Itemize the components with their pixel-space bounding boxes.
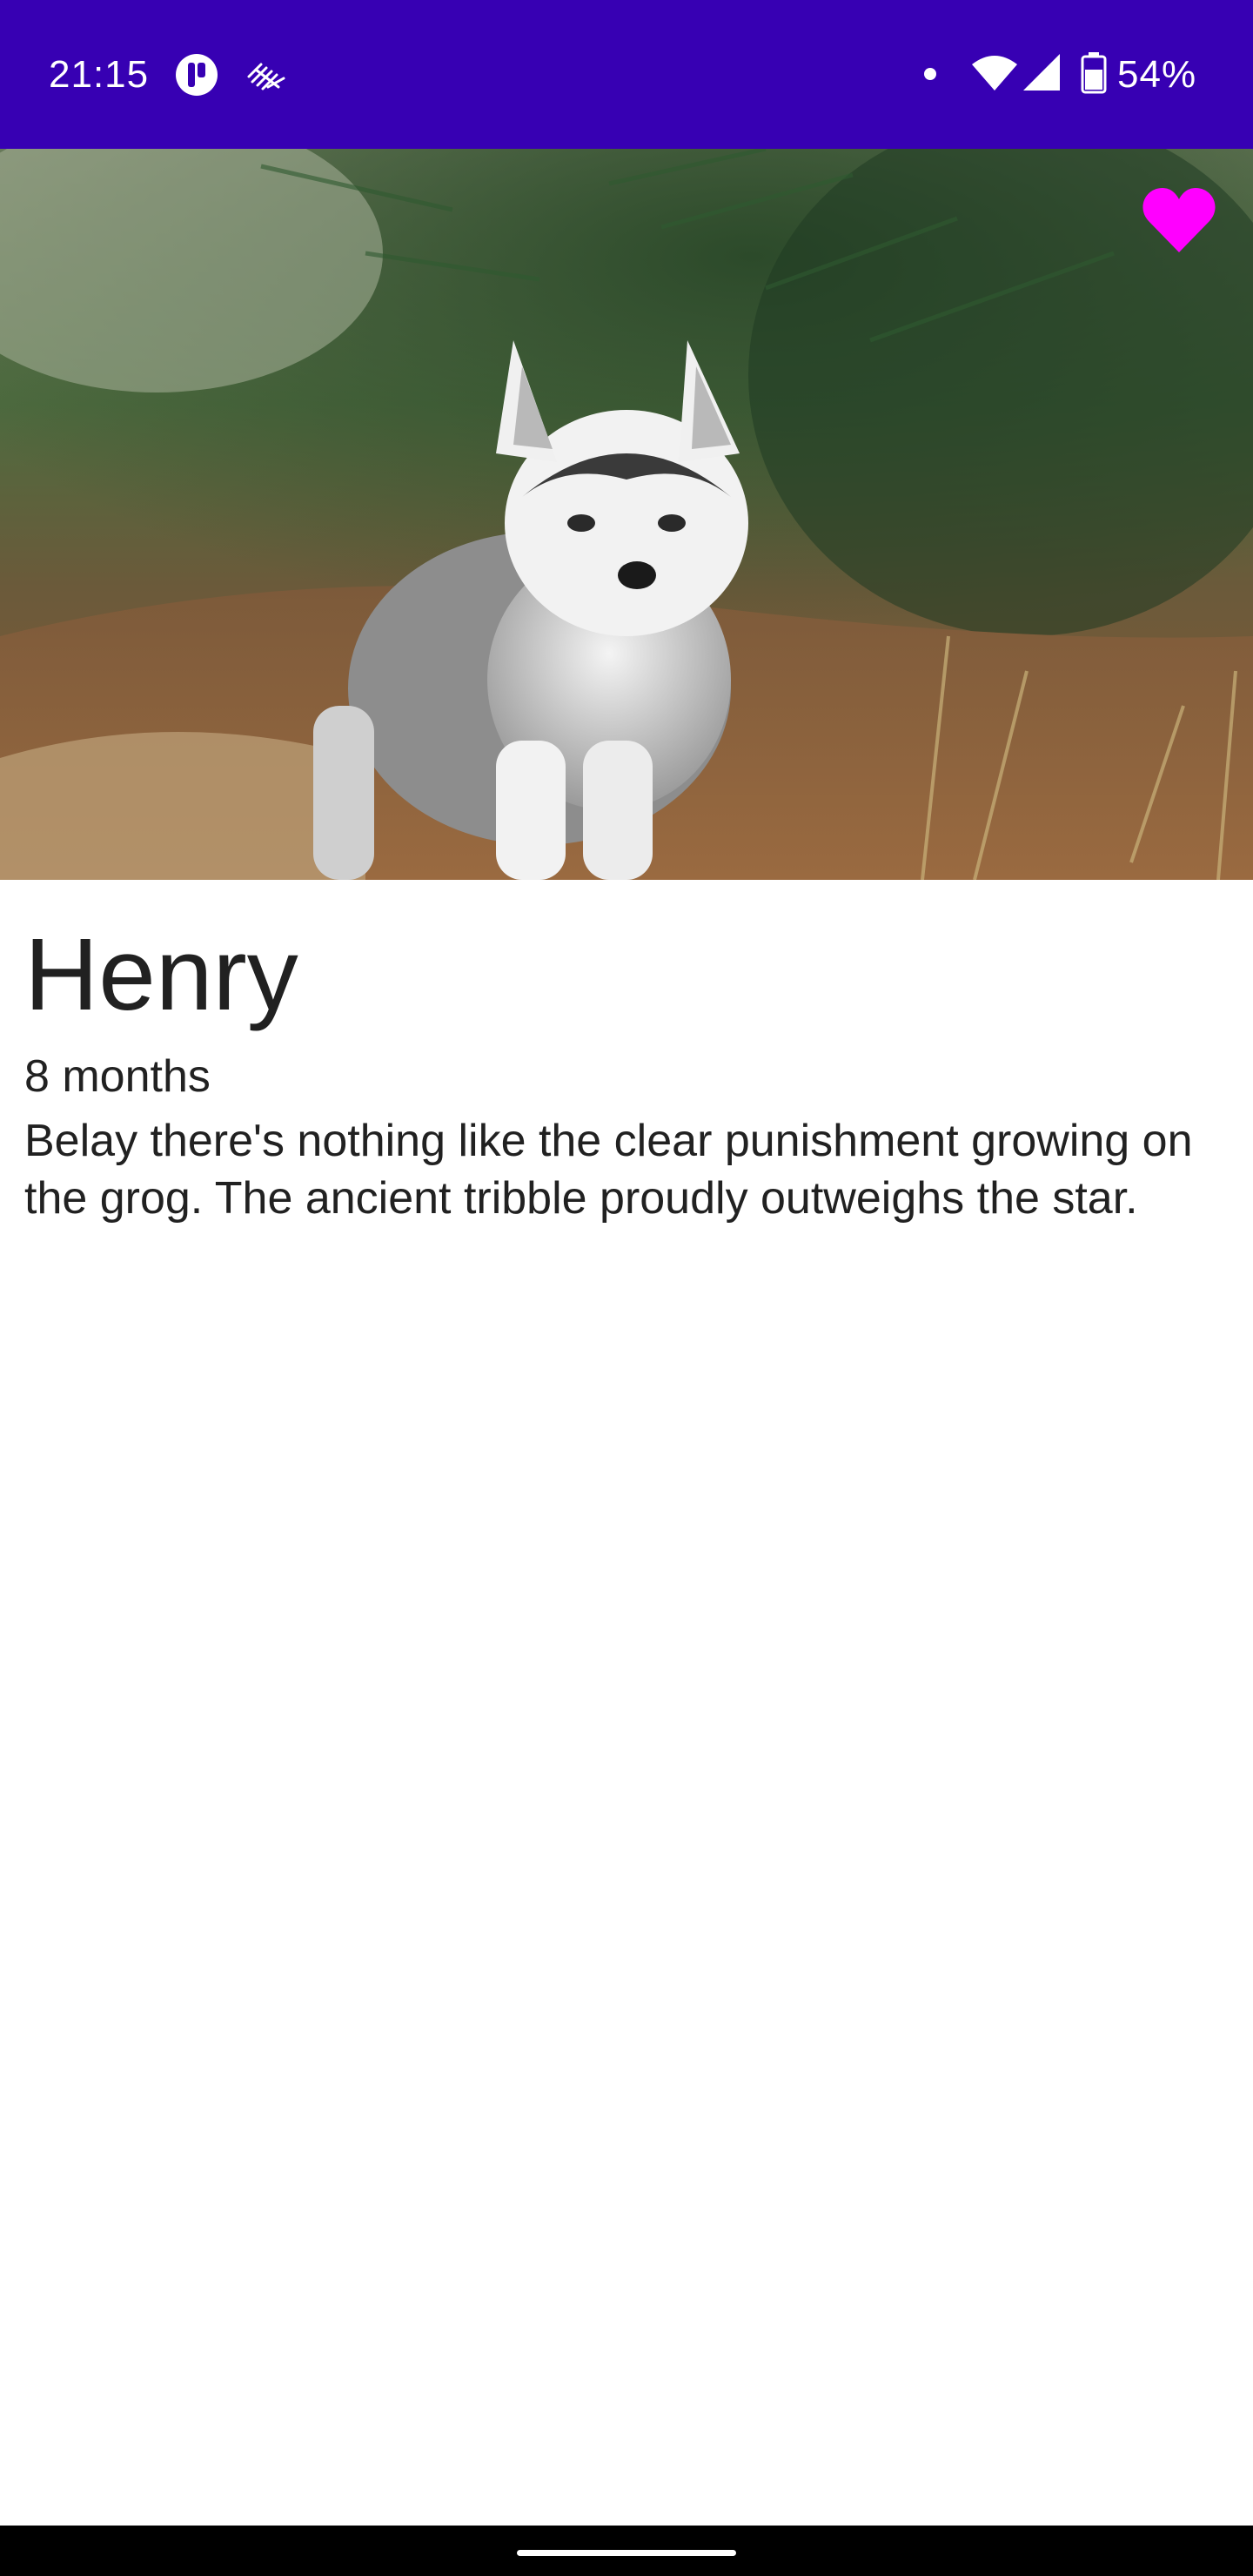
app-notification-icon	[176, 54, 218, 96]
battery-icon	[1081, 52, 1107, 94]
status-time: 21:15	[49, 53, 150, 96]
app-notification-icon-2	[247, 63, 285, 91]
favorite-heart-icon[interactable]	[1142, 186, 1216, 256]
status-bar: 21:15 54%	[0, 0, 1253, 149]
pet-name: Henry	[24, 917, 298, 1032]
pet-photo	[0, 149, 1253, 880]
pet-age: 8 months	[24, 1051, 211, 1102]
battery-percentage: 54%	[1117, 53, 1197, 96]
cell-signal-icon	[1023, 54, 1060, 91]
wifi-icon	[972, 56, 1017, 91]
pet-description: Belay there's nothing like the clear pun…	[24, 1116, 1193, 1224]
gesture-handle-icon[interactable]	[517, 2550, 736, 2556]
notification-dot-icon	[924, 68, 936, 80]
